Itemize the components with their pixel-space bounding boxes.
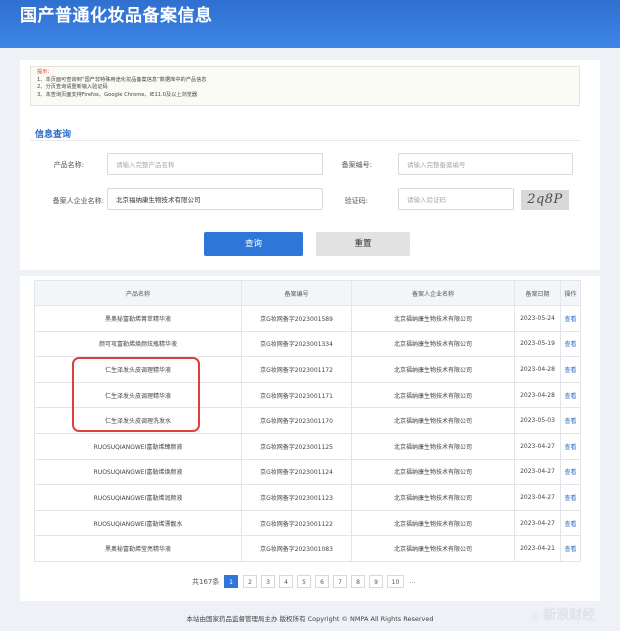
company-cell: 北京福纳康生物技术有限公司 (351, 535, 515, 562)
total-count: 共167条 (192, 578, 220, 586)
page-button-3[interactable]: 3 (261, 575, 275, 588)
record-no-cell: 京G妆网备字2023001124 (241, 458, 352, 486)
watermark: ◎ 新浪财经 (530, 604, 595, 623)
pagination: 共167条 1 2 3 4 5 6 7 8 9 10 ... (0, 575, 620, 589)
column-header: 备案人企业名称 (351, 280, 515, 306)
footer-text: 本站由国家药品监督管理局主办 版权所有 Copyright © NMPA All… (186, 615, 434, 623)
record-no-cell: 京G妆网备字2023001172 (241, 356, 352, 383)
product-name-cell: 黑奥秘富勒烯莹亮精华液 (34, 535, 242, 562)
notice-box: 提示： 1、本页面可查询到“国产非特殊用途化妆品备案信息”数据库中的产品信息 2… (30, 66, 580, 106)
page-header: 国产普通化妆品备案信息 (0, 0, 620, 48)
product-name-cell: 黑奥秘富勒烯菁萃精华液 (34, 305, 242, 332)
notice-line: 1、本页面可查询到“国产非特殊用途化妆品备案信息”数据库中的产品信息 (37, 76, 207, 83)
product-name-cell: RUOSUQIANGWEI富勒烯臻颜液 (34, 432, 242, 460)
page-button-8[interactable]: 8 (351, 575, 365, 588)
section-divider (30, 140, 580, 141)
product-name-input[interactable]: 请输入完整产品名称 (107, 153, 323, 175)
date-cell: 2023-04-27 (514, 509, 561, 537)
table-row: RUOSUQIANGWEI富勒烯臻颜液 京G妆网备字2023001125 北京福… (34, 432, 581, 460)
company-label: 备案人企业名称: (52, 197, 104, 205)
company-cell: 北京福纳康生物技术有限公司 (351, 509, 515, 537)
column-header: 产品名称 (34, 280, 242, 306)
date-cell: 2023-05-03 (514, 407, 561, 434)
watermark-text: 新浪财经 (543, 608, 596, 623)
record-no-cell: 京G妆网备字2023001170 (241, 407, 352, 434)
company-input[interactable]: 北京福纳康生物技术有限公司 (107, 188, 323, 210)
view-link[interactable]: 查看 (560, 305, 581, 332)
column-header: 备案编号 (241, 280, 352, 306)
company-cell: 北京福纳康生物技术有限公司 (351, 381, 515, 409)
product-name-cell: RUOSUQIANGWEI富勒烯焕颜液 (34, 458, 242, 486)
date-cell: 2023-04-21 (514, 535, 561, 562)
highlight-box (72, 357, 200, 432)
date-cell: 2023-05-24 (514, 305, 561, 332)
company-cell: 北京福纳康生物技术有限公司 (351, 458, 515, 486)
company-cell: 北京福纳康生物技术有限公司 (351, 356, 515, 383)
page-button-2[interactable]: 2 (243, 575, 257, 588)
view-link[interactable]: 查看 (560, 407, 581, 434)
product-name-cell: RUOSUQIANGWEI富勒烯润颜液 (34, 484, 242, 511)
captcha-label: 验证码: (344, 197, 368, 205)
view-link[interactable]: 查看 (560, 432, 581, 460)
notice-title: 提示： (37, 69, 53, 75)
reset-button[interactable]: 重置 (316, 232, 410, 256)
captcha-input[interactable]: 请输入验证码 (398, 188, 514, 210)
date-cell: 2023-04-28 (514, 356, 561, 383)
notice-line: 2、分页查询请重新输入验证码 (37, 84, 108, 91)
record-no-cell: 京G妆网备字2023001125 (241, 432, 352, 460)
company-cell: 北京福纳康生物技术有限公司 (351, 484, 515, 511)
notice-line: 3、本查询页面支持Firefox、Google Chrome、IE11.0及以上… (37, 91, 198, 98)
date-cell: 2023-04-27 (514, 484, 561, 511)
weibo-icon: ◎ (530, 611, 539, 622)
date-cell: 2023-04-27 (514, 458, 561, 486)
page-title: 国产普通化妆品备案信息 (20, 6, 213, 26)
view-link[interactable]: 查看 (560, 458, 581, 486)
view-link[interactable]: 查看 (560, 509, 581, 537)
table-row: 黑奥秘富勒烯莹亮精华液 京G妆网备字2023001083 北京福纳康生物技术有限… (34, 535, 581, 562)
page-button-1[interactable]: 1 (224, 575, 238, 588)
column-header: 操作 (560, 280, 581, 306)
date-cell: 2023-05-19 (514, 330, 561, 358)
page-button-4[interactable]: 4 (279, 575, 293, 588)
view-link[interactable]: 查看 (560, 356, 581, 383)
table-row: RUOSUQIANGWEI富勒烯漂靓水 京G妆网备字2023001122 北京福… (34, 509, 581, 537)
page-button-10[interactable]: 10 (387, 575, 404, 588)
table-row: 颜可攻富勒烯焕颜炫瓶精华液 京G妆网备字2023001334 北京福纳康生物技术… (34, 330, 581, 358)
table-row: RUOSUQIANGWEI富勒烯焕颜液 京G妆网备字2023001124 北京福… (34, 458, 581, 486)
record-no-cell: 京G妆网备字2023001334 (241, 330, 352, 358)
company-cell: 北京福纳康生物技术有限公司 (351, 407, 515, 434)
record-no-label: 备案编号: (341, 161, 372, 169)
table-row: RUOSUQIANGWEI富勒烯润颜液 京G妆网备字2023001123 北京福… (34, 484, 581, 511)
date-cell: 2023-04-28 (514, 381, 561, 409)
page-button-9[interactable]: 9 (369, 575, 383, 588)
table-row: 黑奥秘富勒烯菁萃精华液 京G妆网备字2023001589 北京福纳康生物技术有限… (34, 305, 581, 332)
product-name-label: 产品名称: (53, 161, 84, 169)
record-no-cell: 京G妆网备字2023001122 (241, 509, 352, 537)
company-cell: 北京福纳康生物技术有限公司 (351, 330, 515, 358)
record-no-cell: 京G妆网备字2023001083 (241, 535, 352, 562)
product-name-cell: 颜可攻富勒烯焕颜炫瓶精华液 (34, 330, 242, 358)
date-cell: 2023-04-27 (514, 432, 561, 460)
table-header-row: 产品名称 备案编号 备案人企业名称 备案日期 操作 (34, 280, 581, 306)
page-button-7[interactable]: 7 (333, 575, 347, 588)
record-no-cell: 京G妆网备字2023001589 (241, 305, 352, 332)
record-no-input[interactable]: 请输入完整备案编号 (398, 153, 573, 175)
view-link[interactable]: 查看 (560, 381, 581, 409)
page-button-6[interactable]: 6 (315, 575, 329, 588)
view-link[interactable]: 查看 (560, 330, 581, 358)
section-title: 信息查询 (35, 130, 72, 140)
view-link[interactable]: 查看 (560, 535, 581, 562)
record-no-cell: 京G妆网备字2023001171 (241, 381, 352, 409)
view-link[interactable]: 查看 (560, 484, 581, 511)
pagination-ellipsis: ... (409, 577, 416, 585)
column-header: 备案日期 (514, 280, 561, 306)
product-name-cell: RUOSUQIANGWEI富勒烯漂靓水 (34, 509, 242, 537)
company-cell: 北京福纳康生物技术有限公司 (351, 305, 515, 332)
company-cell: 北京福纳康生物技术有限公司 (351, 432, 515, 460)
captcha-image[interactable]: 2q8P (521, 190, 569, 210)
record-no-cell: 京G妆网备字2023001123 (241, 484, 352, 511)
page-button-5[interactable]: 5 (297, 575, 311, 588)
query-button[interactable]: 查询 (204, 232, 303, 256)
